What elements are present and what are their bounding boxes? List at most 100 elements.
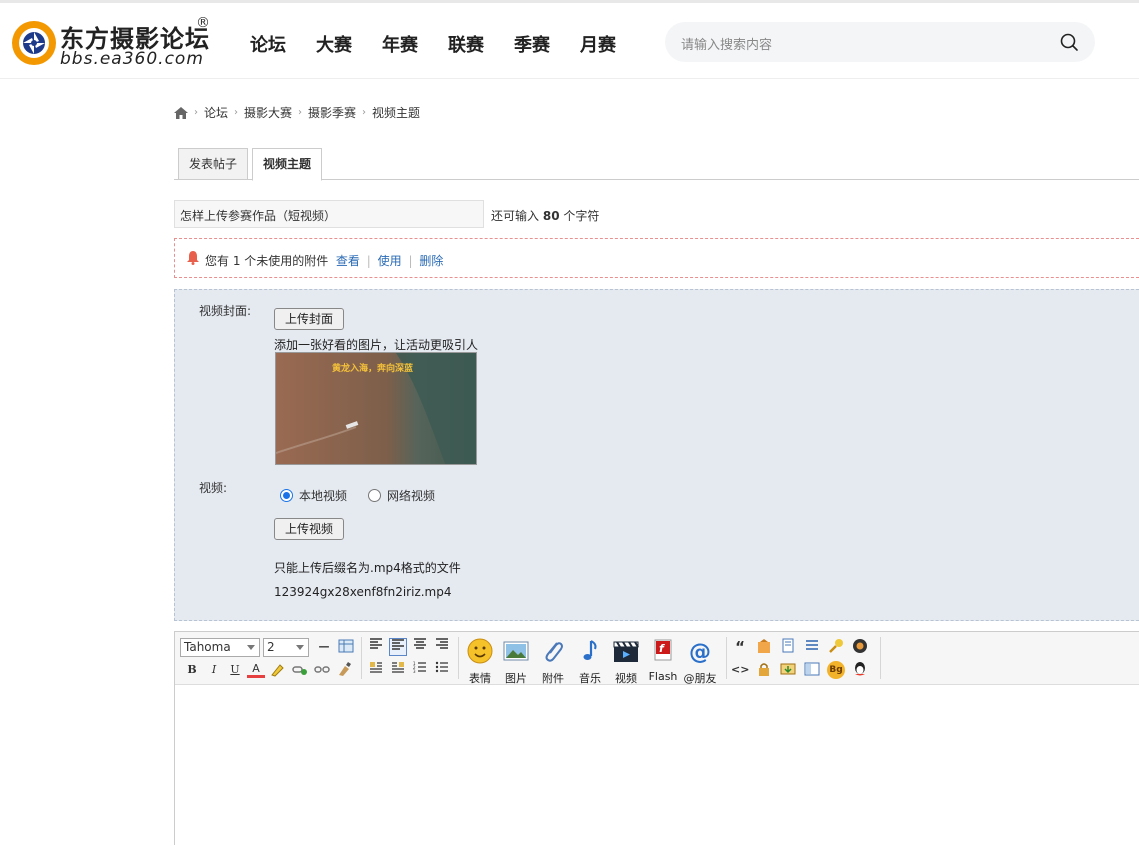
radio-local-video-dot[interactable]: [280, 489, 293, 502]
video-label: 视频:: [199, 481, 228, 495]
search-icon[interactable]: [1059, 32, 1079, 52]
at-sign-icon: @: [689, 640, 711, 665]
align-right-icon[interactable]: [433, 638, 451, 656]
free-icon[interactable]: [755, 638, 773, 656]
quote-button[interactable]: “: [731, 638, 749, 656]
background-button[interactable]: Bg: [827, 661, 845, 679]
font-family-select[interactable]: Tahoma: [180, 638, 260, 657]
qq-icon[interactable]: [851, 661, 869, 679]
flash-label: Flash: [648, 670, 678, 683]
main-nav: 论坛 大赛 年赛 联赛 季赛 月赛: [250, 31, 646, 57]
font-color-button[interactable]: A: [247, 660, 265, 678]
nav-annual[interactable]: 年赛: [382, 31, 418, 57]
cover-label: 视频封面:: [199, 304, 252, 318]
search-input[interactable]: 请输入搜索内容: [681, 34, 772, 53]
breadcrumb: › 论坛 › 摄影大赛 › 摄影季赛 › 视频主题: [174, 104, 420, 121]
site-logo[interactable]: 东方摄影论坛 ® bbs.ea360.com: [10, 15, 210, 73]
index-icon[interactable]: [803, 638, 821, 656]
divider: |: [408, 254, 413, 268]
post-editor: Tahoma 2 — B I U A 1 2 3 表情 图片 附件 音乐 视频 …: [174, 631, 1139, 845]
underline-button[interactable]: U: [226, 661, 244, 679]
delete-attachment-link[interactable]: 删除: [419, 254, 443, 268]
align-left-icon[interactable]: [367, 638, 385, 656]
svg-text:3: 3: [413, 669, 416, 673]
subject-input[interactable]: 怎样上传参赛作品（短视频）: [174, 200, 484, 228]
cover-image-caption: 黄龙入海，奔向深蓝: [332, 364, 414, 374]
image-icon: [503, 641, 529, 661]
tab-video-topic[interactable]: 视频主题: [252, 148, 323, 181]
use-attachment-link[interactable]: 使用: [378, 254, 402, 268]
video-button[interactable]: 视频: [609, 638, 643, 686]
align-left-active-icon[interactable]: [389, 638, 407, 656]
hr-icon[interactable]: —: [315, 638, 333, 656]
image-button[interactable]: 图片: [499, 638, 533, 686]
float-left-icon[interactable]: [367, 661, 385, 679]
breadcrumb-separator: ›: [194, 107, 198, 118]
breadcrumb-current: 视频主题: [372, 106, 421, 120]
flash-button[interactable]: f Flash: [646, 638, 680, 683]
highlight-icon[interactable]: [269, 661, 287, 679]
mention-label: @朋友: [683, 672, 717, 685]
align-center-icon[interactable]: [411, 638, 429, 656]
nav-season[interactable]: 季赛: [514, 31, 550, 57]
nav-forum[interactable]: 论坛: [250, 31, 286, 57]
editor-textarea[interactable]: [175, 686, 1139, 846]
radio-online-video[interactable]: 网络视频: [368, 487, 435, 504]
lock-icon[interactable]: [755, 661, 773, 679]
breadcrumb-separator: ›: [234, 107, 239, 118]
remain-prefix: 还可输入: [491, 209, 540, 223]
video-filename: 123924gx28xenf8fn2iriz.mp4: [274, 585, 452, 599]
music-button[interactable]: 音乐: [573, 638, 607, 686]
divider: |: [366, 254, 371, 268]
radio-local-video[interactable]: 本地视频: [280, 487, 347, 504]
page-break-icon[interactable]: [779, 638, 797, 656]
upload-video-button[interactable]: 上传视频: [274, 518, 345, 540]
nav-league[interactable]: 联赛: [448, 31, 484, 57]
table-icon[interactable]: [337, 638, 355, 656]
home-icon[interactable]: [174, 106, 188, 119]
breadcrumb-separator: ›: [298, 107, 303, 118]
link-icon[interactable]: [291, 661, 309, 679]
attachment-button[interactable]: 附件: [536, 638, 570, 686]
font-family-value: Tahoma: [184, 640, 231, 654]
float-right-icon[interactable]: [389, 661, 407, 679]
breadcrumb-contest[interactable]: 摄影大赛: [244, 104, 292, 121]
hide-icon[interactable]: [851, 638, 869, 656]
char-remaining: 还可输入 80 个字符: [491, 207, 599, 224]
clear-format-icon[interactable]: [335, 661, 353, 679]
nav-contest[interactable]: 大赛: [316, 31, 352, 57]
breadcrumb-season[interactable]: 摄影季赛: [308, 104, 356, 121]
upload-cover-button[interactable]: 上传封面: [274, 308, 345, 330]
font-size-select[interactable]: 2: [263, 638, 309, 657]
search-box[interactable]: 请输入搜索内容: [665, 22, 1095, 62]
unused-attachment-notice: 您有 1 个未使用的附件 查看 | 使用 | 删除: [174, 238, 1139, 278]
tab-new-post[interactable]: 发表帖子: [178, 148, 249, 180]
cover-thumbnail[interactable]: 黄龙入海，奔向深蓝: [275, 352, 477, 465]
nav-monthly[interactable]: 月赛: [580, 31, 616, 57]
clapperboard-icon: [613, 641, 639, 662]
view-attachment-link[interactable]: 查看: [336, 254, 360, 268]
cover-hint: 添加一张好看的图片，让活动更吸引人: [274, 338, 479, 352]
unordered-list-icon[interactable]: [433, 661, 451, 679]
video-label-tb: 视频: [615, 672, 637, 685]
logo-url: bbs.ea360.com: [60, 49, 204, 69]
breadcrumb-forum[interactable]: 论坛: [204, 104, 228, 121]
music-note-icon: [583, 640, 597, 660]
bold-button[interactable]: B: [183, 661, 201, 679]
layout-icon[interactable]: [803, 661, 821, 679]
code-button[interactable]: <>: [731, 661, 749, 679]
remain-suffix: 个字符: [563, 209, 600, 223]
unlink-icon[interactable]: [313, 661, 331, 679]
password-icon[interactable]: [827, 638, 845, 656]
radio-online-video-label[interactable]: 网络视频: [387, 487, 435, 504]
mention-button[interactable]: @ @朋友: [683, 638, 717, 686]
radio-local-video-label[interactable]: 本地视频: [299, 487, 347, 504]
video-upload-panel: 视频封面: 上传封面 添加一张好看的图片，让活动更吸引人 黄龙入海，奔向深蓝 视…: [174, 289, 1139, 621]
font-size-value: 2: [267, 640, 275, 654]
download-icon[interactable]: [779, 661, 797, 679]
ordered-list-icon[interactable]: 123: [411, 661, 429, 679]
toolbar-separator: [458, 637, 459, 679]
radio-online-video-dot[interactable]: [368, 489, 381, 502]
emoticon-button[interactable]: 表情: [463, 638, 497, 686]
italic-button[interactable]: I: [205, 661, 223, 679]
